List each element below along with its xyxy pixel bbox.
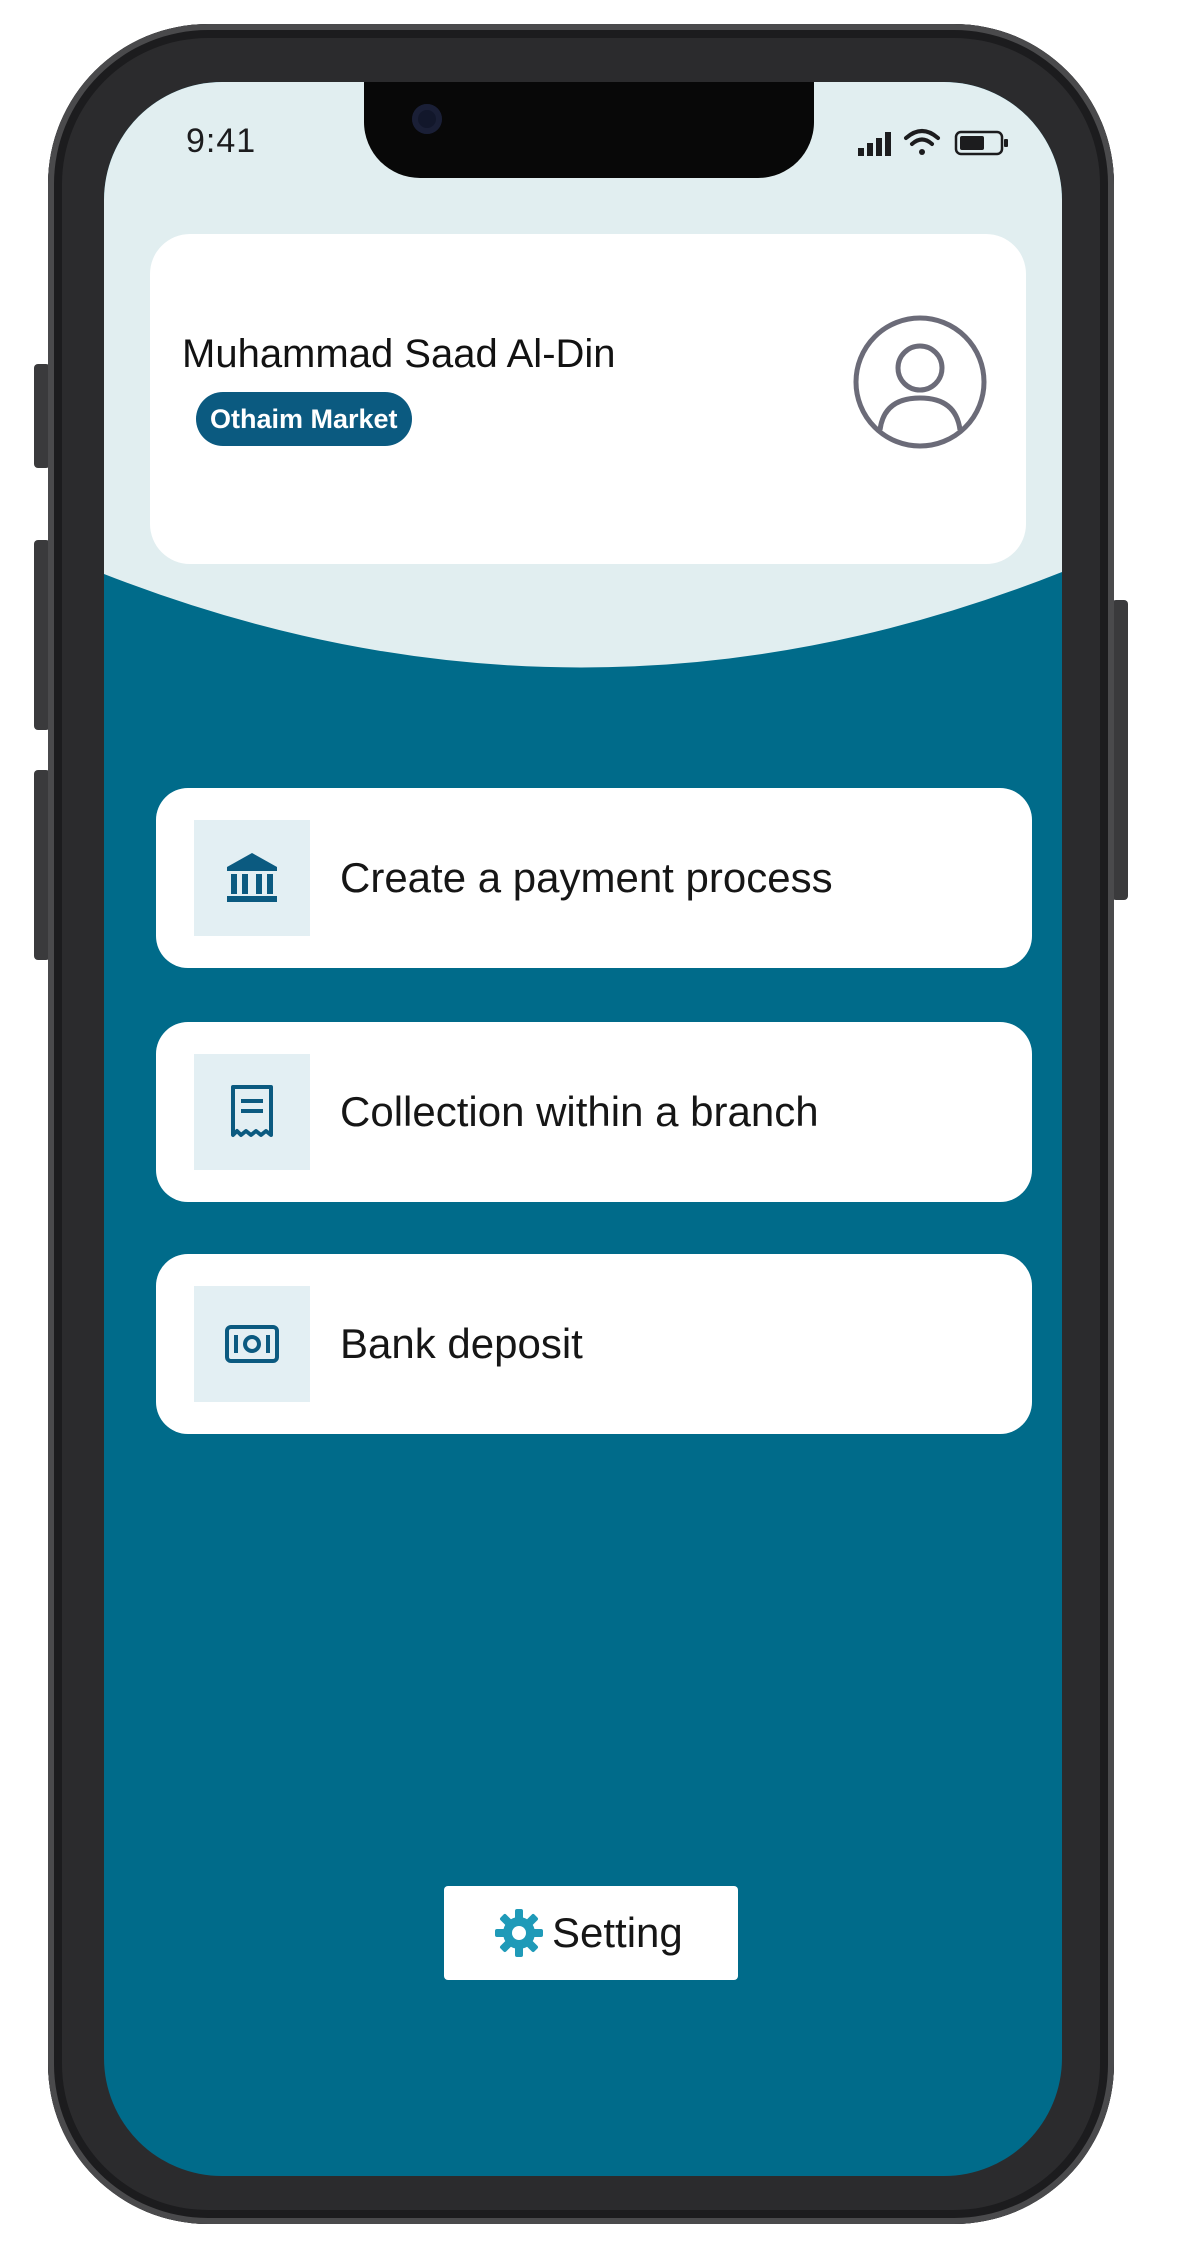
receipt-icon — [231, 1085, 273, 1137]
create-payment-card[interactable]: Create a payment process — [156, 788, 1032, 968]
profile-card: Muhammad Saad Al-Din Othaim Market — [150, 234, 1026, 564]
company-badge: Othaim Market — [196, 392, 412, 446]
icon-tile — [194, 1286, 310, 1402]
icon-tile — [194, 820, 310, 936]
cash-icon — [225, 1325, 279, 1363]
cellular-signal-icon — [858, 132, 891, 156]
gear-icon — [495, 1909, 543, 1957]
bank-icon — [227, 853, 277, 902]
bank-deposit-label: Bank deposit — [340, 1320, 583, 1367]
status-icons — [858, 129, 1008, 156]
user-name: Muhammad Saad Al-Din — [182, 332, 616, 376]
status-time: 9:41 — [186, 122, 257, 160]
bank-deposit-card[interactable]: Bank deposit — [156, 1254, 1032, 1434]
collection-branch-card[interactable]: Collection within a branch — [156, 1022, 1032, 1202]
battery-icon — [954, 130, 1008, 156]
settings-button[interactable]: Setting — [444, 1886, 738, 1980]
front-camera — [412, 104, 442, 134]
power-button — [1112, 600, 1128, 900]
wifi-icon — [904, 129, 940, 155]
app-screen: 9:41 Muhammad Saad Al-Din Othaim Market … — [104, 82, 1062, 2176]
icon-tile — [194, 1054, 310, 1170]
create-payment-label: Create a payment process — [340, 854, 833, 901]
collection-branch-label: Collection within a branch — [340, 1088, 819, 1135]
settings-label: Setting — [552, 1909, 683, 1956]
user-avatar-icon[interactable] — [850, 312, 990, 452]
device-mockup: 9:41 Muhammad Saad Al-Din Othaim Market … — [0, 0, 1200, 2264]
